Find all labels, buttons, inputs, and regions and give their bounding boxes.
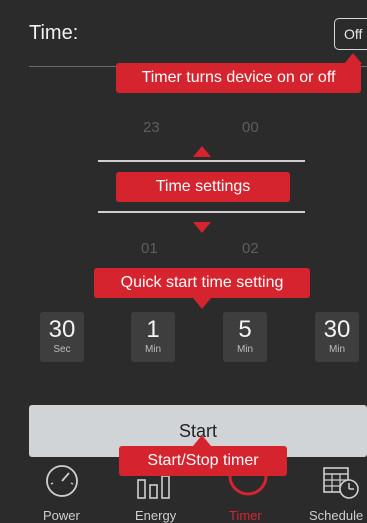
- nav-item-schedule[interactable]: [322, 464, 364, 505]
- tile-value: 1: [146, 316, 160, 343]
- nav-label-timer[interactable]: Timer: [229, 508, 262, 523]
- calendar-clock-icon: [323, 467, 359, 499]
- picker-hours-below[interactable]: 01: [141, 240, 158, 257]
- nav-label-energy[interactable]: Energy: [135, 508, 176, 523]
- quick-start-30-min[interactable]: 30 Min: [315, 312, 359, 362]
- callout-pointer: [193, 222, 211, 233]
- tile-value: 5: [238, 316, 252, 343]
- gauge-icon: [46, 465, 78, 497]
- nav-label-schedule[interactable]: Schedule: [309, 508, 363, 523]
- picker-hours-above[interactable]: 23: [143, 119, 160, 136]
- tile-unit: Min: [236, 344, 254, 355]
- nav-item-timer[interactable]: [226, 472, 270, 507]
- nav-label-power[interactable]: Power: [43, 508, 80, 523]
- tile-unit: Sec: [53, 344, 71, 355]
- callout-pointer: [193, 435, 211, 446]
- callout-timer-power: Timer turns device on or off: [116, 63, 361, 93]
- callout-pointer: [193, 298, 211, 309]
- callout-start-stop: Start/Stop timer: [119, 446, 287, 476]
- quick-start-5-min[interactable]: 5 Min: [223, 312, 267, 362]
- picker-selection-line-top: [98, 160, 305, 162]
- tile-value: 30: [48, 316, 76, 343]
- time-label: Time:: [29, 22, 79, 44]
- picker-selection-line-bottom: [98, 211, 305, 213]
- callout-time-settings: Time settings: [116, 172, 290, 202]
- callout-quick-start: Quick start time setting: [94, 268, 310, 298]
- tile-unit: Min: [144, 344, 162, 355]
- picker-minutes-above[interactable]: 00: [242, 119, 259, 136]
- tile-unit: Min: [328, 344, 346, 355]
- timer-icon: [228, 475, 268, 496]
- bar-chart-icon: [137, 475, 170, 499]
- quick-start-1-min[interactable]: 1 Min: [131, 312, 175, 362]
- callout-pointer: [193, 146, 211, 157]
- nav-item-power[interactable]: [42, 462, 82, 503]
- picker-minutes-below[interactable]: 02: [242, 240, 259, 257]
- nav-item-energy[interactable]: [136, 474, 176, 505]
- quick-start-30-sec[interactable]: 30 Sec: [40, 312, 84, 362]
- timer-off-toggle[interactable]: Off: [334, 18, 367, 50]
- tile-value: 30: [323, 316, 351, 343]
